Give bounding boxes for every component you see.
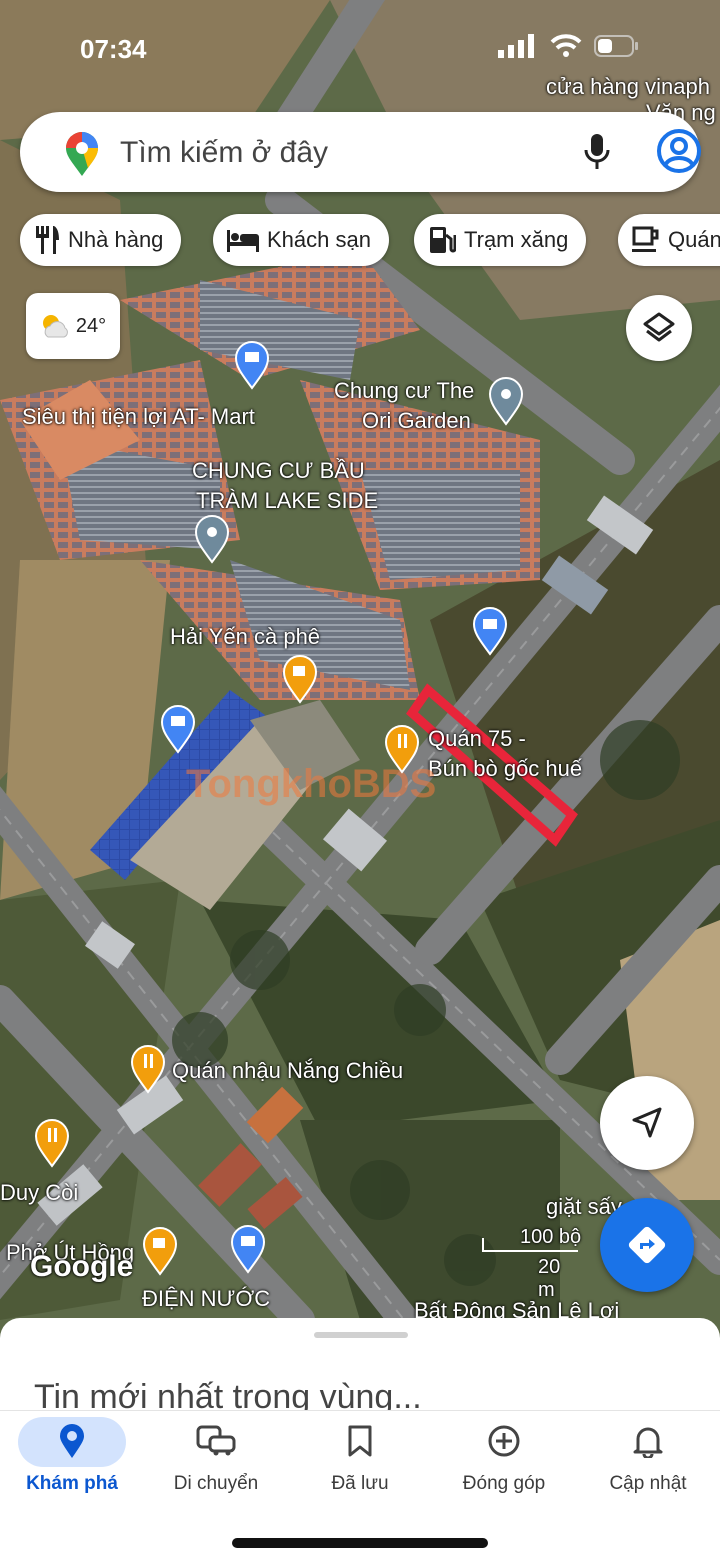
gas-station-icon bbox=[430, 227, 456, 253]
chip-restaurants[interactable]: Nhà hàng bbox=[20, 214, 182, 266]
chip-label: Trạm xăng bbox=[464, 227, 569, 252]
wifi-icon bbox=[550, 34, 582, 57]
cafe-icon bbox=[632, 226, 659, 252]
add-circle-icon bbox=[479, 1421, 529, 1461]
commute-icon bbox=[191, 1421, 241, 1461]
directions-button[interactable] bbox=[600, 1198, 694, 1292]
weather-widget[interactable]: 24° bbox=[26, 293, 120, 359]
maps-logo-icon bbox=[66, 132, 98, 176]
explore-pin-icon bbox=[47, 1421, 97, 1461]
chip-cafes[interactable]: Quán bbox=[618, 214, 720, 266]
nav-label: Di chuyển bbox=[173, 1473, 259, 1494]
nav-contribute[interactable]: Đóng góp bbox=[432, 1411, 576, 1521]
bookmark-icon bbox=[335, 1421, 385, 1461]
navigation-arrow-icon bbox=[632, 1107, 662, 1138]
account-icon[interactable] bbox=[656, 128, 702, 174]
partly-cloudy-icon bbox=[42, 315, 68, 338]
battery-icon bbox=[594, 35, 638, 57]
hotel-icon bbox=[227, 230, 259, 252]
nav-label: Cập nhật bbox=[609, 1473, 687, 1494]
layers-icon bbox=[643, 312, 675, 342]
signal-icon bbox=[498, 34, 534, 58]
nav-label: Đóng góp bbox=[462, 1473, 546, 1494]
microphone-icon[interactable] bbox=[582, 132, 612, 172]
restaurant-icon bbox=[36, 226, 59, 254]
search-bar[interactable]: Tìm kiếm ở đây bbox=[20, 112, 702, 192]
weather-temp: 24° bbox=[75, 314, 107, 337]
chip-label: Quán bbox=[668, 227, 720, 252]
bell-icon bbox=[623, 1421, 673, 1461]
search-input[interactable]: Tìm kiếm ở đây bbox=[120, 136, 328, 170]
status-time: 07:34 bbox=[80, 34, 147, 64]
status-icons bbox=[498, 34, 640, 58]
nav-explore[interactable]: Khám phá bbox=[0, 1411, 144, 1521]
directions-icon bbox=[628, 1226, 666, 1264]
status-bar: 07:34 bbox=[0, 30, 720, 70]
nav-commute[interactable]: Di chuyển bbox=[144, 1411, 288, 1521]
sheet-drag-handle[interactable] bbox=[314, 1332, 408, 1338]
chip-hotels[interactable]: Khách sạn bbox=[213, 214, 389, 266]
home-indicator[interactable] bbox=[232, 1538, 488, 1548]
my-location-button[interactable] bbox=[600, 1076, 694, 1170]
nav-label: Đã lưu bbox=[331, 1473, 389, 1494]
chip-gas-stations[interactable]: Trạm xăng bbox=[414, 214, 587, 266]
nav-updates[interactable]: Cập nhật bbox=[576, 1411, 720, 1521]
layers-button[interactable] bbox=[626, 295, 692, 361]
nav-label: Khám phá bbox=[26, 1473, 118, 1494]
chip-label: Khách sạn bbox=[267, 227, 371, 252]
nav-saved[interactable]: Đã lưu bbox=[288, 1411, 432, 1521]
chip-label: Nhà hàng bbox=[68, 227, 164, 252]
